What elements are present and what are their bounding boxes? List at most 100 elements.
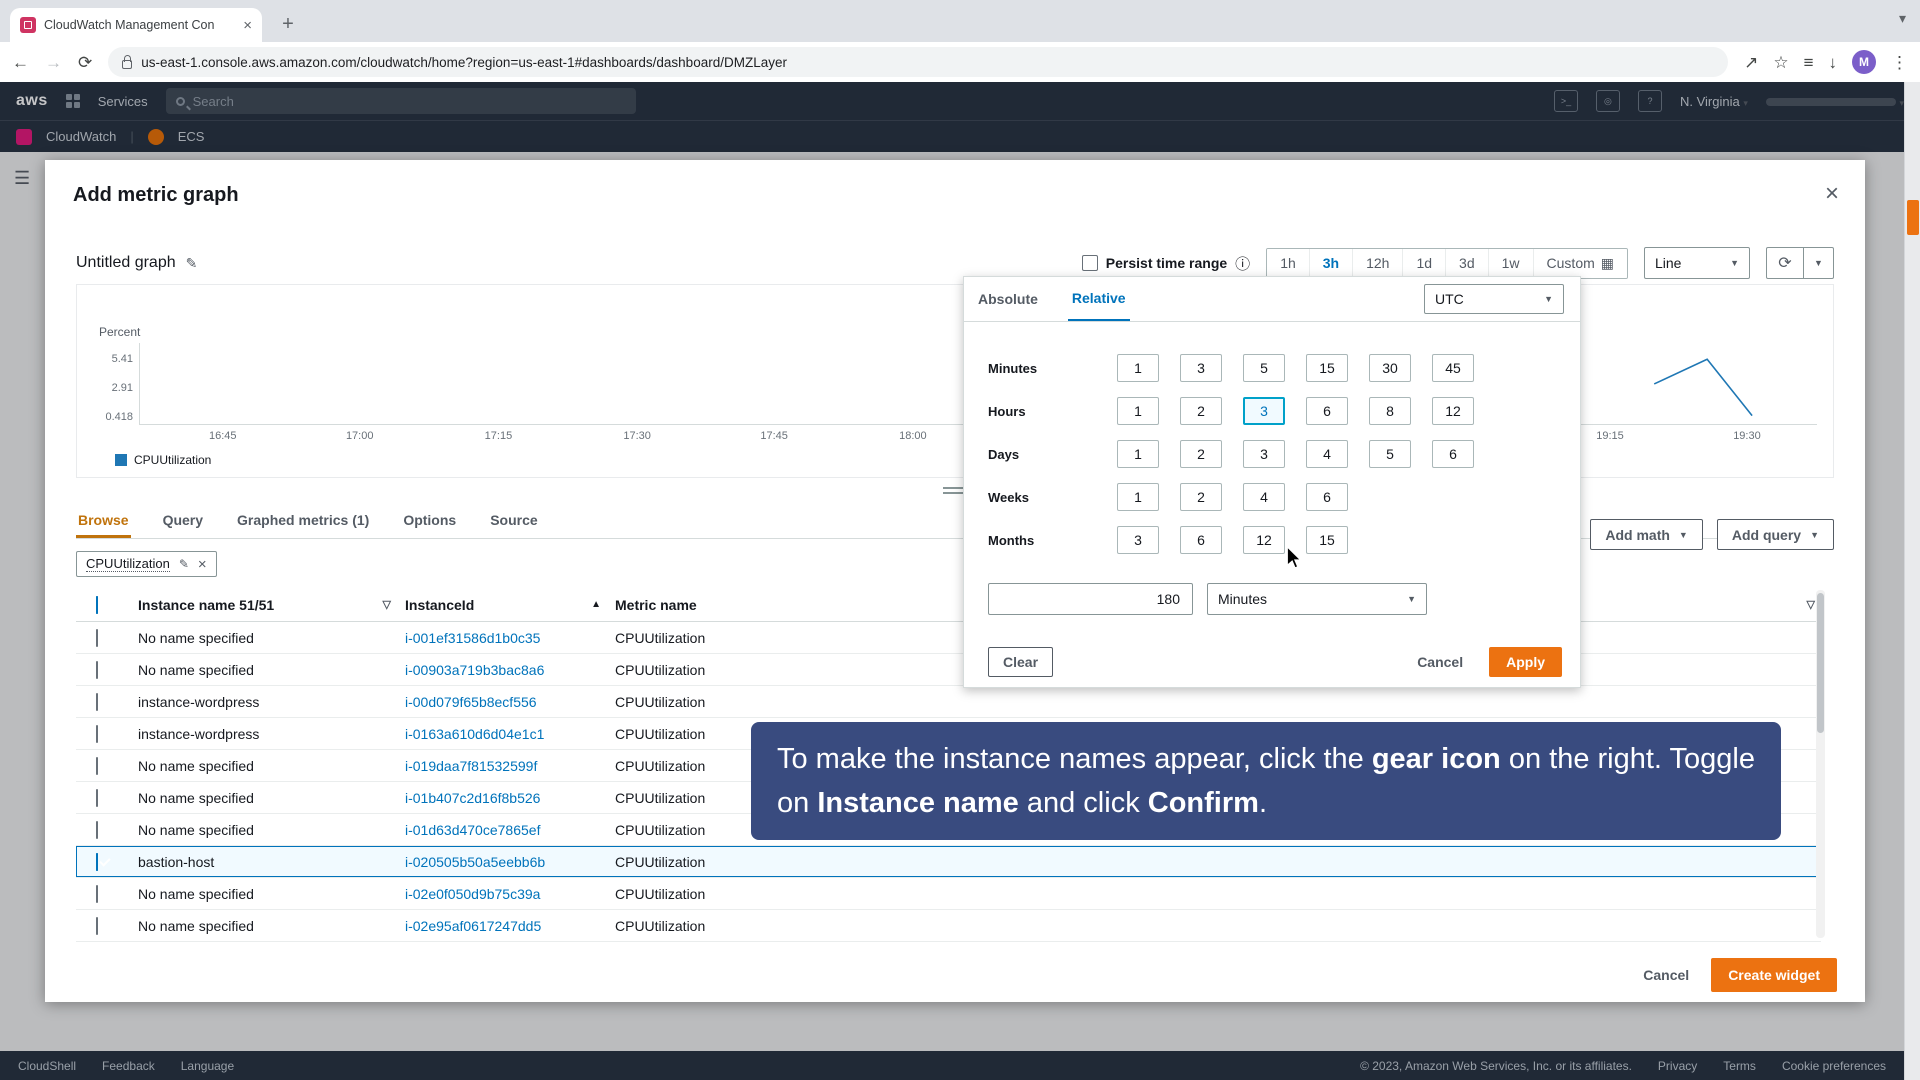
instance-id-link[interactable]: i-0163a610d6d04e1c1 <box>405 726 615 742</box>
tab-browse[interactable]: Browse <box>76 508 131 538</box>
minutes-option[interactable]: 15 <box>1306 354 1348 382</box>
panel-cancel-button[interactable]: Cancel <box>1417 654 1463 670</box>
graph-type-select[interactable]: Line ▼ <box>1644 247 1750 279</box>
instance-id-link[interactable]: i-00d079f65b8ecf556 <box>405 694 615 710</box>
table-row[interactable]: No name specified i-02e0f050d9b75c39a CP… <box>76 878 1821 910</box>
col-instance-name[interactable]: Instance name 51/51 <box>138 597 274 613</box>
days-option[interactable]: 3 <box>1243 440 1285 468</box>
row-checkbox[interactable] <box>96 661 98 679</box>
range-1w-button[interactable]: 1w <box>1488 249 1533 278</box>
page-scrollbar-thumb[interactable] <box>1907 200 1919 235</box>
days-option[interactable]: 5 <box>1369 440 1411 468</box>
instance-id-link[interactable]: i-01d63d470ce7865ef <box>405 822 615 838</box>
row-checkbox[interactable] <box>96 789 98 807</box>
row-checkbox[interactable] <box>96 629 98 647</box>
select-all-checkbox[interactable] <box>96 596 98 614</box>
weeks-option[interactable]: 2 <box>1180 483 1222 511</box>
forward-icon[interactable]: → <box>45 54 62 71</box>
col-instance-id[interactable]: InstanceId <box>405 597 474 613</box>
close-tab-icon[interactable]: × <box>243 18 252 33</box>
timezone-select[interactable]: UTC ▼ <box>1424 284 1564 314</box>
hours-option[interactable]: 6 <box>1306 397 1348 425</box>
hours-option[interactable]: 12 <box>1432 397 1474 425</box>
range-1h-button[interactable]: 1h <box>1267 249 1309 278</box>
create-widget-button[interactable]: Create widget <box>1711 958 1837 992</box>
range-1d-button[interactable]: 1d <box>1402 249 1445 278</box>
clear-button[interactable]: Clear <box>988 647 1053 677</box>
row-checkbox[interactable] <box>96 725 98 743</box>
tab-relative[interactable]: Relative <box>1068 277 1130 321</box>
months-option[interactable]: 15 <box>1306 526 1348 554</box>
persist-time-range-checkbox[interactable] <box>1082 255 1098 271</box>
browser-menu-kebab-icon[interactable]: ⋮ <box>1891 54 1908 71</box>
days-option[interactable]: 6 <box>1432 440 1474 468</box>
minutes-option[interactable]: 30 <box>1369 354 1411 382</box>
days-option[interactable]: 2 <box>1180 440 1222 468</box>
duration-unit-select[interactable]: Minutes ▼ <box>1207 583 1427 615</box>
edit-filter-icon[interactable]: ✎ <box>179 557 189 571</box>
instance-id-link[interactable]: i-001ef31586d1b0c35 <box>405 630 615 646</box>
back-icon[interactable]: ← <box>12 54 29 71</box>
tab-query[interactable]: Query <box>161 508 205 538</box>
minutes-option[interactable]: 45 <box>1432 354 1474 382</box>
range-custom-button[interactable]: Custom ▦ <box>1533 249 1627 278</box>
refresh-options-caret[interactable]: ▼ <box>1804 247 1834 279</box>
tab-absolute[interactable]: Absolute <box>974 277 1042 321</box>
hours-option[interactable]: 2 <box>1180 397 1222 425</box>
apply-button[interactable]: Apply <box>1489 647 1562 677</box>
tab-options[interactable]: Options <box>401 508 458 538</box>
minutes-option[interactable]: 1 <box>1117 354 1159 382</box>
chevron-down-icon[interactable]: ▾ <box>1899 10 1906 27</box>
months-option[interactable]: 3 <box>1117 526 1159 554</box>
add-math-button[interactable]: Add math ▼ <box>1590 519 1702 550</box>
info-icon[interactable]: ⓘ <box>1235 253 1250 274</box>
page-scrollbar[interactable] <box>1904 82 1920 1080</box>
legend-label[interactable]: CPUUtilization <box>134 453 211 467</box>
instance-id-link[interactable]: i-020505b50a5eebb6b <box>405 854 615 870</box>
remove-filter-icon[interactable]: × <box>198 556 207 573</box>
edit-graph-title-icon[interactable]: ✎ <box>186 255 198 272</box>
download-icon[interactable]: ↓ <box>1829 54 1838 71</box>
minutes-option[interactable]: 3 <box>1180 354 1222 382</box>
instance-id-link[interactable]: i-00903a719b3bac8a6 <box>405 662 615 678</box>
address-bar[interactable]: us-east-1.console.aws.amazon.com/cloudwa… <box>108 47 1728 77</box>
table-row[interactable]: No name specified i-02e95af0617247dd5 CP… <box>76 910 1821 942</box>
sort-asc-icon[interactable]: ▲ <box>591 599 601 610</box>
instance-id-link[interactable]: i-019daa7f81532599f <box>405 758 615 774</box>
instance-id-link[interactable]: i-02e95af0617247dd5 <box>405 918 615 934</box>
bookmark-star-icon[interactable]: ☆ <box>1773 54 1788 71</box>
row-checkbox[interactable] <box>96 693 98 711</box>
range-12h-button[interactable]: 12h <box>1352 249 1402 278</box>
months-option[interactable]: 6 <box>1180 526 1222 554</box>
add-query-button[interactable]: Add query ▼ <box>1717 519 1834 550</box>
row-checkbox[interactable] <box>96 917 98 935</box>
modal-close-icon[interactable]: × <box>1825 180 1839 208</box>
duration-value-input[interactable]: 180 <box>988 583 1193 615</box>
hours-option[interactable]: 8 <box>1369 397 1411 425</box>
cancel-button[interactable]: Cancel <box>1643 967 1689 983</box>
browser-tab[interactable]: CloudWatch Management Con × <box>10 8 262 42</box>
filter-icon[interactable]: ▽ <box>1777 598 1821 611</box>
weeks-option[interactable]: 6 <box>1306 483 1348 511</box>
row-checkbox[interactable] <box>96 757 98 775</box>
filter-icon[interactable]: ▽ <box>383 598 391 611</box>
row-checkbox[interactable] <box>96 885 98 903</box>
new-tab-button[interactable]: + <box>274 10 302 38</box>
hours-option-selected[interactable]: 3 <box>1243 397 1285 425</box>
instance-id-link[interactable]: i-02e0f050d9b75c39a <box>405 886 615 902</box>
refresh-button[interactable]: ⟳ <box>1766 247 1804 279</box>
hours-option[interactable]: 1 <box>1117 397 1159 425</box>
tab-source[interactable]: Source <box>488 508 539 538</box>
reload-icon[interactable]: ⟳ <box>78 54 92 71</box>
tab-graphed-metrics[interactable]: Graphed metrics (1) <box>235 508 371 538</box>
share-icon[interactable]: ↗ <box>1744 54 1758 71</box>
months-option[interactable]: 12 <box>1243 526 1285 554</box>
days-option[interactable]: 4 <box>1306 440 1348 468</box>
row-checkbox[interactable] <box>96 821 98 839</box>
table-scrollbar-thumb[interactable] <box>1817 593 1824 733</box>
table-row-selected[interactable]: bastion-host i-020505b50a5eebb6b CPUUtil… <box>76 846 1821 878</box>
range-3d-button[interactable]: 3d <box>1445 249 1488 278</box>
table-row[interactable]: instance-wordpress i-00d079f65b8ecf556 C… <box>76 686 1821 718</box>
profile-avatar[interactable]: M <box>1852 50 1876 74</box>
table-scrollbar[interactable] <box>1816 590 1825 938</box>
